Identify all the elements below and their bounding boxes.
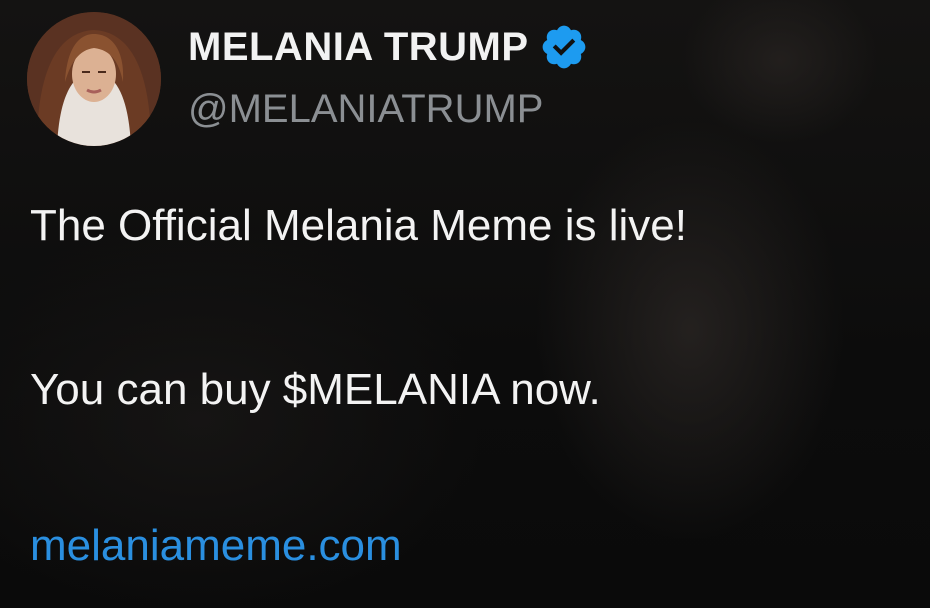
author-name-row: MELANIA TRUMP — [188, 22, 589, 72]
tweet-link[interactable]: melaniameme.com — [30, 520, 402, 572]
tweet-text-line-1: The Official Melania Meme is live! — [30, 201, 687, 250]
tweet-card: MELANIA TRUMP @MELANIATRUMP The Official… — [0, 0, 930, 608]
verified-badge-icon — [542, 25, 585, 69]
tweet-text-line-2: You can buy $MELANIA now. — [30, 365, 601, 414]
author-display-name[interactable]: MELANIA TRUMP — [188, 24, 529, 70]
avatar[interactable] — [27, 12, 161, 146]
avatar-portrait — [27, 12, 161, 146]
author-handle[interactable]: @MELANIATRUMP — [188, 86, 543, 132]
